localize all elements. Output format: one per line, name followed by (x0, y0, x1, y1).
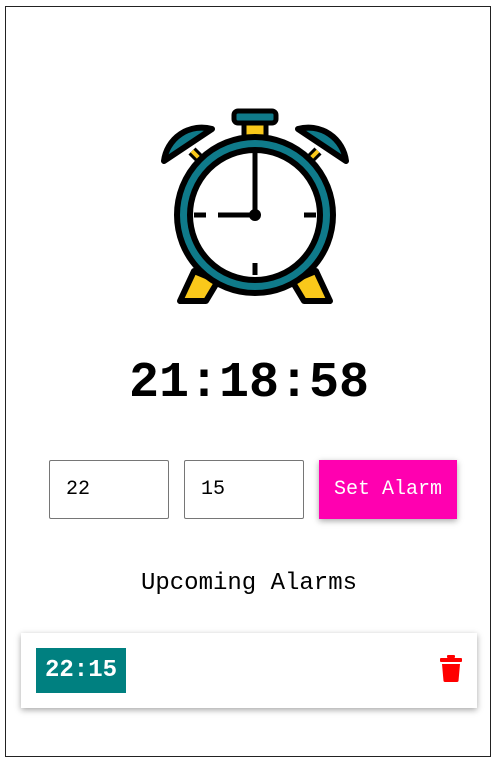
trash-icon[interactable] (440, 655, 462, 682)
minute-input[interactable] (184, 460, 304, 519)
alarm-list-item: 22:15 (21, 633, 477, 708)
app-container: 21:18:58 Set Alarm Upcoming Alarms 22:15 (5, 6, 491, 757)
alarm-clock-icon (161, 108, 349, 304)
alarm-time-badge: 22:15 (36, 648, 126, 693)
upcoming-alarms-title: Upcoming Alarms (140, 570, 358, 597)
hour-input[interactable] (49, 460, 169, 519)
current-time-display: 21:18:58 (128, 355, 370, 412)
set-alarm-button[interactable]: Set Alarm (319, 460, 457, 519)
